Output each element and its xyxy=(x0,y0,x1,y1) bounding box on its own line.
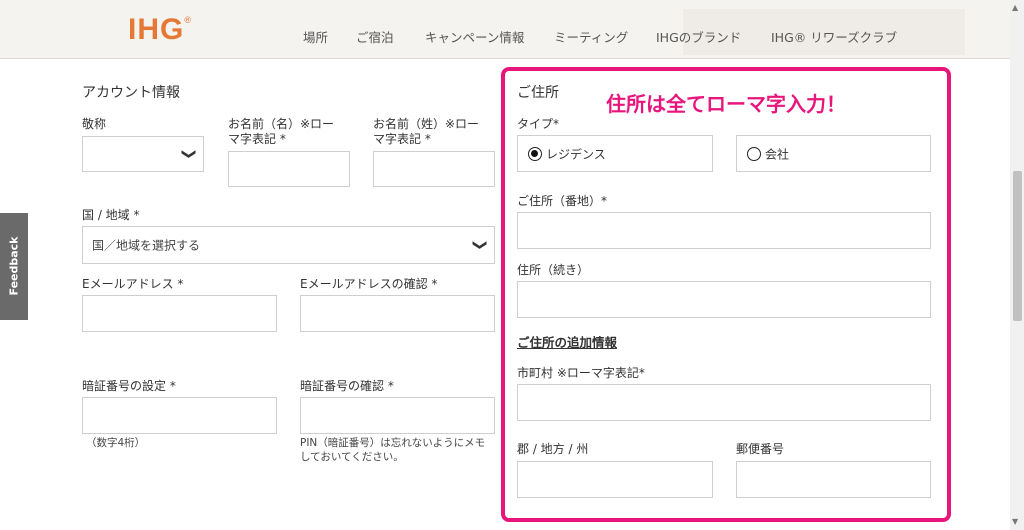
email-confirm-label: Eメールアドレスの確認 * xyxy=(300,277,438,291)
email-field[interactable] xyxy=(82,295,277,332)
pin-field[interactable] xyxy=(82,397,277,434)
pin-note: PIN（暗証番号）は忘れないようにメモ しておいてください。 xyxy=(300,437,486,463)
pin-hint: （数字4桁） xyxy=(86,437,146,449)
email-label: Eメールアドレス * xyxy=(82,277,184,291)
country-label: 国 / 地域 * xyxy=(82,208,140,222)
last-name-label: お名前（姓）※ロー マ字表記 * xyxy=(373,117,480,146)
ihg-logo[interactable]: IHG® xyxy=(128,13,192,47)
chevron-down-icon: ❯ xyxy=(181,148,198,160)
title-label: 敬称 xyxy=(82,117,107,131)
scrollbar-thumb[interactable] xyxy=(1013,171,1022,321)
first-name-field[interactable] xyxy=(228,151,350,187)
pin-confirm-field[interactable] xyxy=(300,397,495,434)
feedback-tab[interactable]: Feedback xyxy=(0,213,28,320)
first-name-label: お名前（名）※ロー マ字表記 * xyxy=(228,117,335,146)
nav-campaigns[interactable]: キャンペーン情報 xyxy=(425,27,524,46)
nav-locations[interactable]: 場所 xyxy=(303,27,328,46)
scroll-down-icon[interactable]: ▼ xyxy=(1012,517,1018,526)
country-select[interactable]: 国／地域を選択する ❯ xyxy=(82,226,495,264)
nav-brands[interactable]: IHGのブランド xyxy=(656,27,741,46)
annotation-text: 住所は全てローマ字入力！ xyxy=(606,92,846,116)
pin-label: 暗証番号の設定 * xyxy=(82,379,176,393)
scroll-up-icon[interactable]: ▲ xyxy=(1012,3,1018,12)
account-section-title: アカウント情報 xyxy=(82,85,180,101)
chevron-down-icon: ❯ xyxy=(472,239,489,251)
last-name-field[interactable] xyxy=(373,151,495,187)
email-confirm-field[interactable] xyxy=(300,295,495,332)
pin-confirm-label: 暗証番号の確認 * xyxy=(300,379,394,393)
title-select[interactable]: ❯ xyxy=(82,136,204,172)
nav-meetings[interactable]: ミーティング xyxy=(554,27,628,46)
highlight-frame xyxy=(501,67,951,522)
feedback-label: Feedback xyxy=(7,236,21,296)
nav-rewards-club[interactable]: IHG® リワーズクラブ xyxy=(771,27,897,46)
country-placeholder: 国／地域を選択する xyxy=(92,238,201,253)
nav-stays[interactable]: ご宿泊 xyxy=(356,27,394,46)
